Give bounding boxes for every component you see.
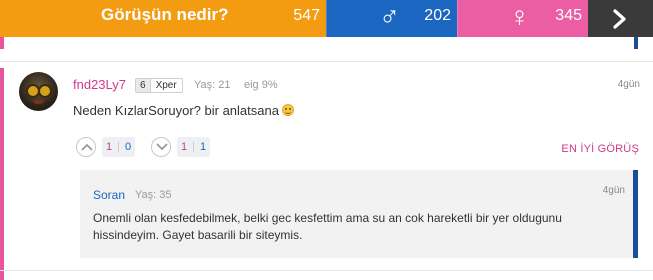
smiley-icon bbox=[281, 104, 294, 116]
level-badge: 6 Xper bbox=[135, 78, 183, 93]
comment-body: Neden KızlarSoruyor? bir anlatsana bbox=[73, 103, 294, 118]
total-opinion-count: 547 bbox=[293, 7, 320, 24]
opinion-tab[interactable]: Görüşün nedir? 547 bbox=[0, 0, 326, 37]
comment-age: Yaş: 21 bbox=[194, 79, 231, 91]
best-opinion-button[interactable]: EN İYİ GÖRÜŞ bbox=[561, 143, 639, 155]
upvote-button[interactable] bbox=[76, 137, 96, 157]
chevron-right-icon bbox=[613, 9, 626, 29]
divider bbox=[0, 61, 653, 62]
female-accent-rail bbox=[0, 37, 4, 49]
opinion-title: Görüşün nedir? bbox=[101, 5, 229, 24]
reply-text: Onemli olan kesfedebilmek, belki gec kes… bbox=[93, 211, 562, 242]
chevron-up-icon bbox=[81, 143, 93, 151]
male-accent-rail bbox=[634, 37, 638, 49]
female-accent-rail bbox=[0, 68, 4, 280]
upvote-female-count: 1 bbox=[106, 141, 113, 153]
reply-age: Yaş: 35 bbox=[135, 189, 172, 201]
downvote-male-count: 1 bbox=[199, 141, 207, 153]
comment-time: 4gün bbox=[617, 79, 640, 90]
male-icon: ♂ bbox=[379, 1, 400, 32]
divider bbox=[0, 270, 653, 271]
female-icon: ♀ bbox=[509, 1, 530, 32]
upvote-counts: 1 | 0 bbox=[102, 137, 136, 157]
comment-text: Neden KızlarSoruyor? bir anlatsana bbox=[73, 103, 279, 118]
comment-username[interactable]: fnd23Ly7 bbox=[73, 77, 126, 92]
reply-time: 4gün bbox=[602, 185, 625, 196]
downvote-female-count: 1 bbox=[181, 141, 188, 153]
next-button[interactable] bbox=[588, 0, 653, 37]
reply: Soran Yaş: 35 4gün Onemli olan kesfedebi… bbox=[80, 170, 638, 258]
female-opinion-count: 345 bbox=[555, 7, 582, 24]
chevron-down-icon bbox=[156, 143, 168, 151]
male-opinion-count: 202 bbox=[424, 7, 451, 24]
downvote-button[interactable] bbox=[151, 137, 171, 157]
opinion-stats-bar: Görüşün nedir? 547 ♂ 202 ♀ 345 bbox=[0, 0, 653, 37]
male-opinions-tab[interactable]: ♂ 202 bbox=[326, 0, 457, 37]
avatar[interactable] bbox=[19, 72, 58, 111]
level-label: Xper bbox=[155, 80, 177, 91]
female-opinions-tab[interactable]: ♀ 345 bbox=[457, 0, 588, 37]
downvote-counts: 1 | 1 bbox=[177, 137, 211, 157]
level-number: 6 bbox=[136, 79, 151, 92]
match-percent: eig 9% bbox=[244, 79, 278, 91]
upvote-male-count: 0 bbox=[124, 141, 132, 153]
reply-username[interactable]: Soran bbox=[93, 188, 125, 202]
